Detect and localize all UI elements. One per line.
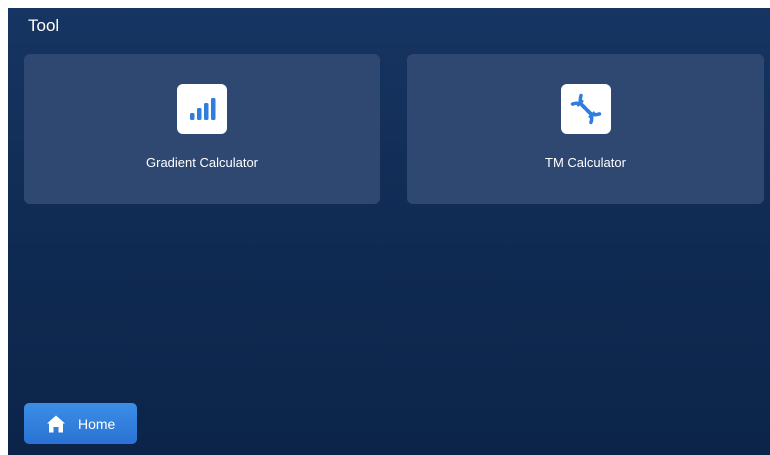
gradient-calculator-card[interactable]: Gradient Calculator	[24, 54, 380, 204]
home-icon	[46, 414, 66, 434]
tool-screen: Tool Gradient Calculator TM Calculator H…	[8, 8, 770, 455]
card-label: Gradient Calculator	[146, 155, 258, 170]
bar-chart-icon	[177, 84, 227, 134]
dna-icon	[560, 84, 611, 134]
home-button-label: Home	[78, 415, 116, 432]
tm-calculator-card[interactable]: TM Calculator	[407, 54, 764, 204]
home-button[interactable]: Home	[24, 403, 137, 444]
page-title: Tool	[28, 16, 60, 35]
card-label: TM Calculator	[545, 155, 626, 170]
